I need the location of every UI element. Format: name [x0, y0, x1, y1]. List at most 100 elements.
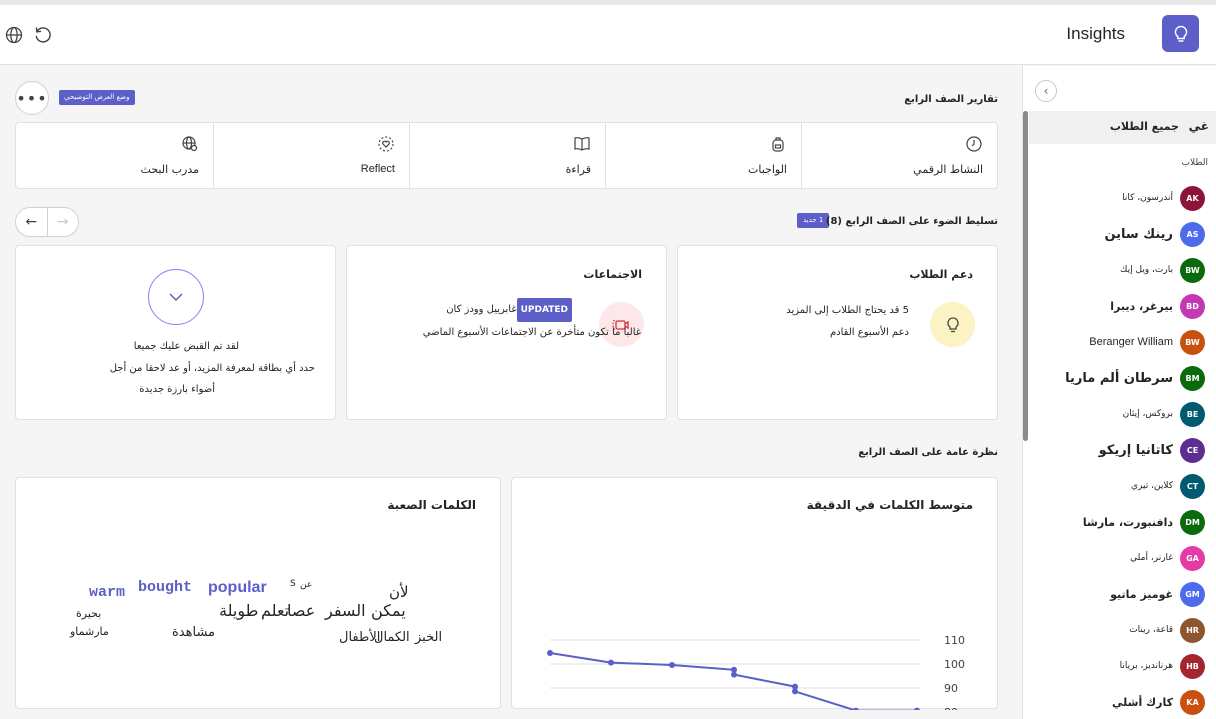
all-students-item[interactable]: جميع الطلاب غي	[1029, 111, 1216, 144]
sidebar-student-item[interactable]: كاتانيا إريكو CE	[1023, 433, 1216, 468]
avatar: HR	[1180, 618, 1205, 643]
sidebar-student-item[interactable]: غوميز ماتيو GM	[1023, 577, 1216, 612]
all-students-label: جميع الطلاب	[1109, 120, 1179, 133]
hard-word: مشاهدة	[172, 625, 216, 640]
spotlight-nav: ← →	[15, 207, 79, 237]
globe-icon[interactable]	[4, 25, 24, 45]
new-badge: 1 جديد	[797, 213, 830, 228]
avatar: HB	[1180, 654, 1205, 679]
heart-reflect-icon	[377, 135, 395, 153]
tab-label: مدرب البحث	[140, 163, 199, 176]
wpm-data-point[interactable]	[853, 707, 859, 710]
arrow-right-icon[interactable]: →	[46, 208, 79, 236]
tab-reflect[interactable]: Reflect	[213, 123, 409, 188]
hard-word: bought	[138, 579, 193, 596]
reports-title: تقارير الصف الرابع	[904, 94, 998, 105]
meetings-line-1: UPDATEDغابرييل وودز كان	[446, 298, 578, 322]
arrow-left-icon[interactable]: ←	[16, 208, 47, 236]
wpm-chart-card[interactable]: متوسط الكلمات في الدقيقة 1101009080	[511, 477, 998, 710]
student-name: غوميز ماتيو	[1110, 588, 1173, 601]
hard-word: warm	[89, 584, 126, 601]
avatar: GM	[1180, 582, 1205, 607]
sidebar-student-item[interactable]: رينك ساين AS	[1023, 217, 1216, 252]
sidebar-student-item[interactable]: قاعة، رينات HR	[1023, 613, 1216, 648]
overview-title: نظرة عامة على الصف الرابع	[858, 447, 998, 458]
hard-words-card[interactable]: الكلمات الصعبة warm bought popular عن S …	[15, 477, 501, 709]
backpack-icon	[769, 135, 787, 153]
avatar: GA	[1180, 546, 1205, 571]
student-name: أندرسون، كانا	[1122, 193, 1173, 203]
student-name: كارك أشلي	[1112, 696, 1173, 709]
globe-search-icon	[181, 135, 199, 153]
y-tick-label: 90	[944, 682, 958, 695]
refresh-icon[interactable]	[33, 25, 53, 45]
wpm-data-point[interactable]	[547, 650, 553, 656]
tab-label: قراءة	[565, 163, 591, 176]
hard-word: يمكن	[371, 601, 406, 620]
caught-up-line-2: حدد أي بطاقة لمعرفة المزيد، أو عد لاحقا …	[109, 363, 315, 374]
sidebar-student-item[interactable]: أندرسون، كانا AK	[1023, 181, 1216, 216]
clock-icon	[965, 135, 983, 153]
sidebar-student-item[interactable]: بروكس، إيثان BE	[1023, 397, 1216, 432]
tab-label: النشاط الرقمي	[913, 163, 983, 176]
avatar: AS	[1180, 222, 1205, 247]
meetings-line-2: غالبا ما تكون متأخرة عن الاجتماعات الأسب…	[422, 327, 641, 338]
students-section-label: الطلاب	[1181, 158, 1208, 168]
more-options-button[interactable]: •••	[15, 81, 49, 115]
hard-words-title: الكلمات الصعبة	[387, 498, 476, 512]
lightbulb-icon	[1162, 15, 1199, 52]
report-tabs: مدرب البحث Reflect قراءة الواجبات النشاط…	[15, 122, 998, 189]
wpm-data-point[interactable]	[608, 659, 614, 666]
sidebar-student-item[interactable]: غارنر، أملي GA	[1023, 541, 1216, 576]
sidebar-student-item[interactable]: بارت، ويل إيك BW	[1023, 253, 1216, 288]
book-icon	[573, 135, 591, 153]
avatar: BW	[1180, 258, 1205, 283]
student-support-card[interactable]: دعم الطلاب 5 قد يحتاج الطلاب إلى المزيد …	[677, 245, 998, 420]
sidebar-student-item[interactable]: كلاين، تيري CT	[1023, 469, 1216, 504]
collapse-sidebar-button[interactable]: ‹	[1035, 80, 1057, 102]
wpm-line-chart: 110 100 90 80	[547, 634, 965, 710]
sidebar-student-item[interactable]: هرنانديز، بريانا HB	[1023, 649, 1216, 684]
lightbulb-icon	[930, 302, 975, 347]
sidebar-student-item[interactable]: بيرغر، ديبرا BD	[1023, 289, 1216, 324]
updated-badge: UPDATED	[516, 298, 572, 322]
tab-digital-activity[interactable]: النشاط الرقمي	[801, 123, 997, 188]
avatar: BW	[1180, 330, 1205, 355]
support-line-2: دعم الأسبوع القادم	[829, 327, 909, 338]
hard-word: تعلم	[261, 601, 290, 620]
tab-search-coach[interactable]: مدرب البحث	[16, 123, 213, 188]
sidebar-student-item[interactable]: سرطان ألم ماريا BM	[1023, 361, 1216, 396]
wpm-data-point[interactable]	[731, 671, 737, 678]
wpm-data-point[interactable]	[914, 707, 920, 710]
student-name: غارنر، أملي	[1130, 553, 1173, 563]
wpm-data-point[interactable]	[669, 662, 675, 668]
demo-mode-badge: وضع العرض التوضيحي	[59, 90, 135, 105]
meetings-card[interactable]: الاجتماعات UPDATEDغابرييل وودز كان غالبا…	[346, 245, 667, 420]
wpm-data-point[interactable]	[792, 688, 798, 695]
tab-assignments[interactable]: الواجبات	[605, 123, 801, 188]
sidebar-student-item[interactable]: Beranger William BW	[1023, 325, 1216, 360]
sidebar-student-item[interactable]: دافنبورت، مارشا DM	[1023, 505, 1216, 540]
caught-up-card: لقد تم القبض عليك جميعا حدد أي بطاقة لمع…	[15, 245, 336, 420]
student-name: كلاين، تيري	[1130, 481, 1173, 491]
tab-reading[interactable]: قراءة	[409, 123, 605, 188]
avatar: DM	[1180, 510, 1205, 535]
student-name: بارت، ويل إيك	[1120, 265, 1173, 275]
hard-word: لأن	[389, 583, 409, 601]
avatar: BE	[1180, 402, 1205, 427]
hard-word: عن	[300, 580, 313, 590]
student-name: هرنانديز، بريانا	[1119, 661, 1173, 671]
hard-word: popular	[208, 579, 267, 596]
spotlight-title: تسليط الضوء على الصف الرابع (8)	[825, 216, 998, 227]
card-title: الاجتماعات	[583, 268, 642, 281]
student-name: قاعة، رينات	[1129, 625, 1173, 635]
hard-word: عصا	[287, 601, 316, 620]
wpm-series-line	[549, 652, 917, 710]
sidebar-student-item[interactable]: كارك أشلي KA	[1023, 685, 1216, 719]
avatar: KA	[1180, 690, 1205, 715]
tab-label: الواجبات	[748, 163, 787, 176]
main-content: ••• وضع العرض التوضيحي تقارير الصف الراب…	[0, 66, 1022, 719]
tab-label: Reflect	[360, 163, 395, 175]
avatar: BM	[1180, 366, 1205, 391]
caught-up-line-3: أضواء بارزة جديدة	[139, 384, 215, 395]
